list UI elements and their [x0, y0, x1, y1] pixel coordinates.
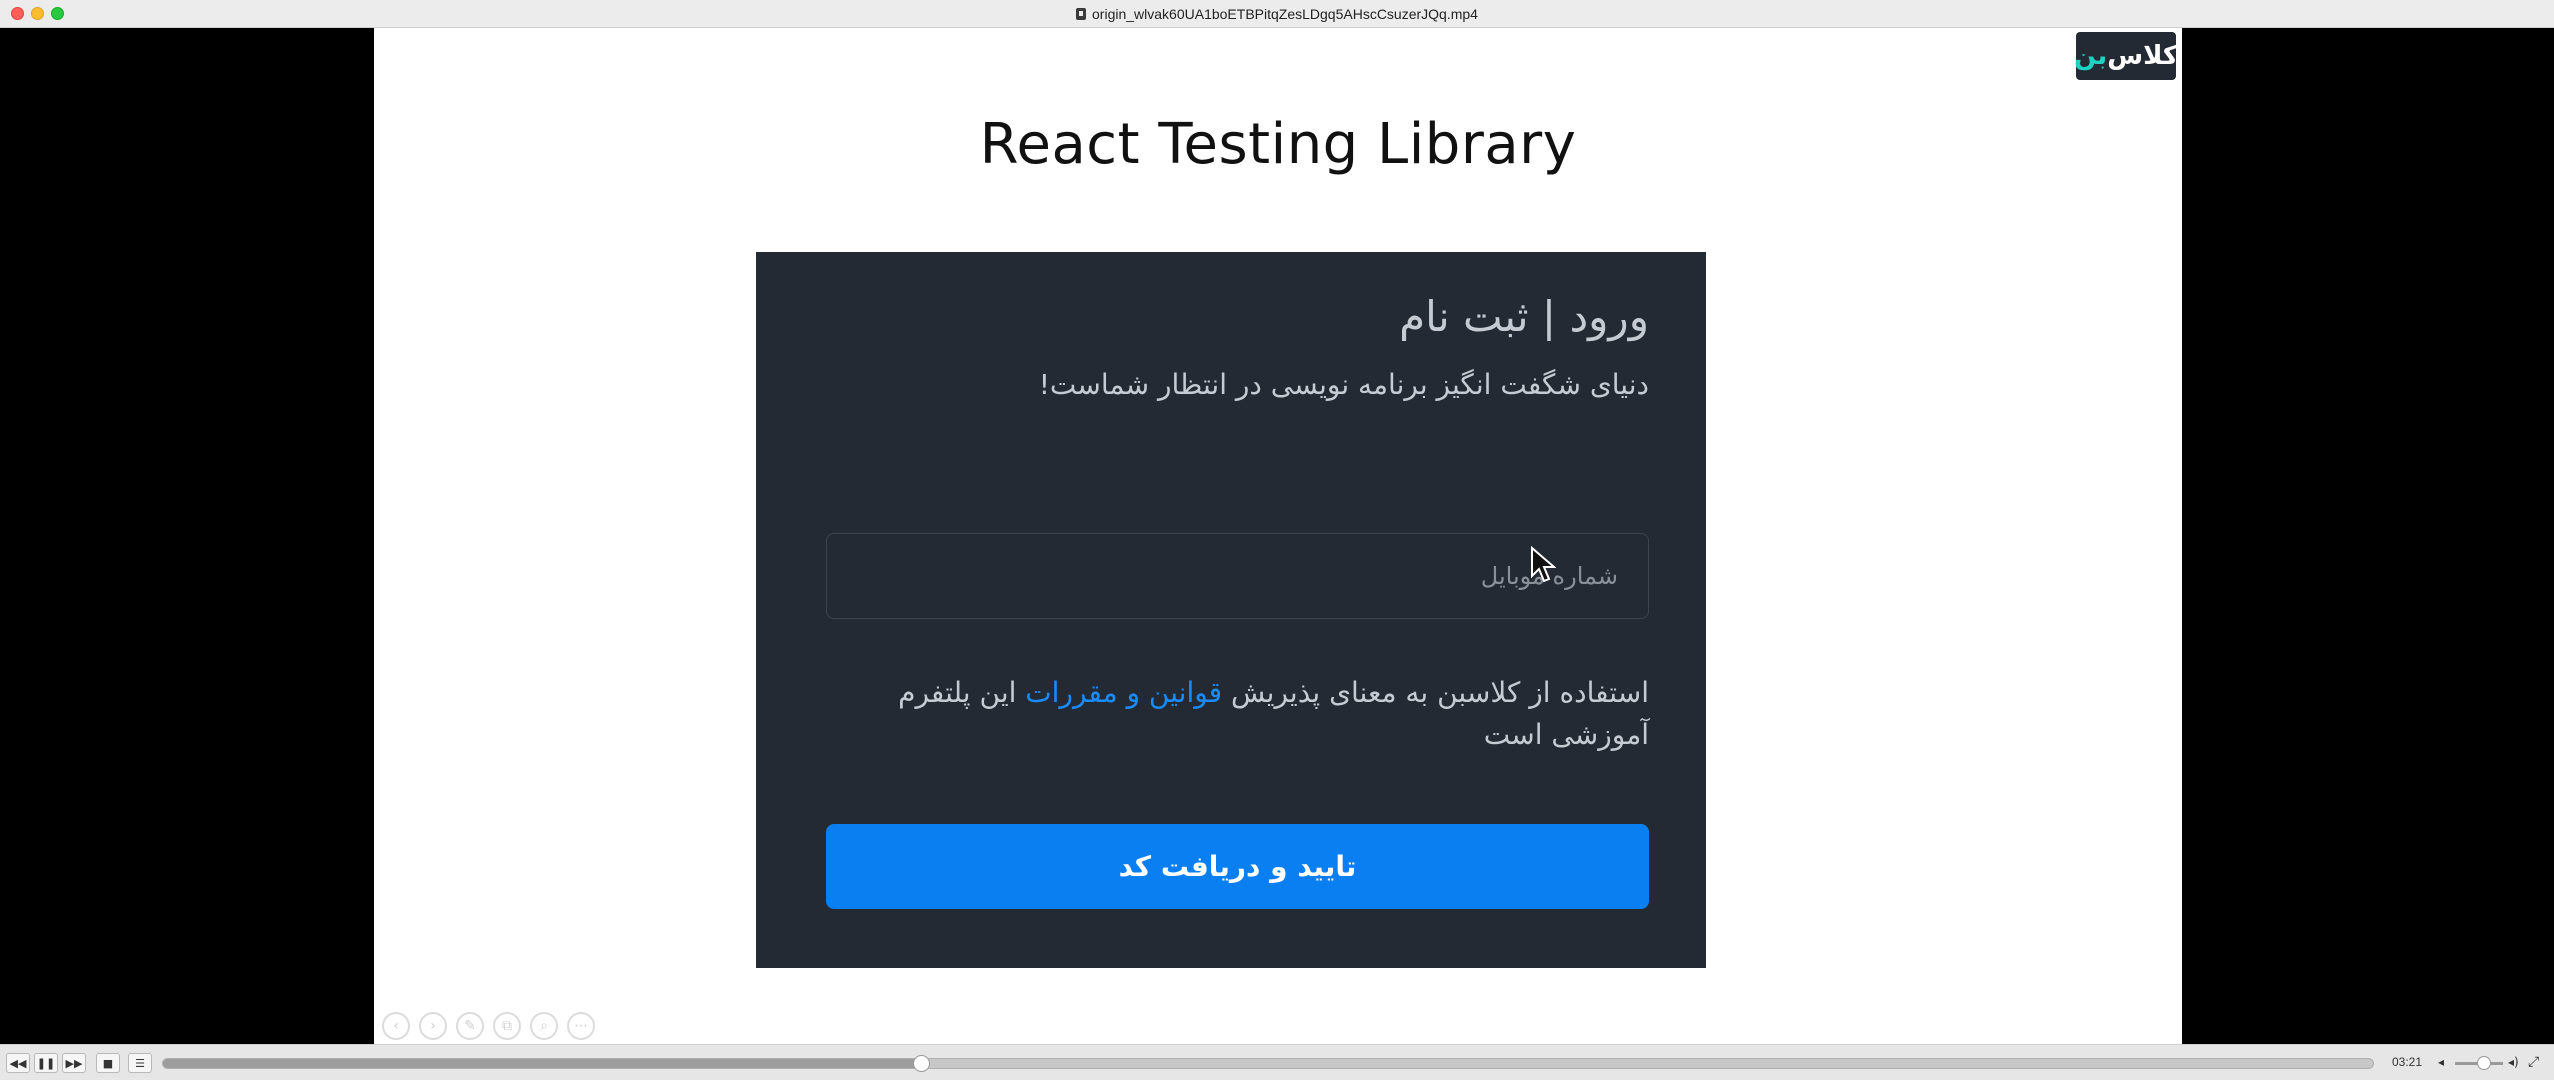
classbon-logo: کلاس بن — [2074, 32, 2178, 80]
player-controls: ◀◀ ❚❚ ▶▶ ■ ☰ 03:21 ◂ ◂) ⤢ — [0, 1044, 2554, 1080]
volume-low-icon[interactable]: ◂ — [2438, 1055, 2444, 1069]
zoom-icon[interactable]: ⌕ — [530, 1012, 558, 1040]
login-card: ورود | ثبت نام دنیای شگفت انگیز برنامه ن… — [756, 252, 1706, 968]
pen-icon[interactable]: ✎ — [456, 1012, 484, 1040]
rewind-button[interactable]: ◀◀ — [6, 1053, 30, 1073]
volume-slider[interactable] — [2455, 1056, 2503, 1070]
login-subtitle: دنیای شگفت انگیز برنامه نویسی در انتظار … — [1038, 368, 1649, 401]
copy-icon[interactable]: ⧉ — [493, 1012, 521, 1040]
fullscreen-icon[interactable]: ⤢ — [2528, 1054, 2539, 1070]
window-titlebar: origin_wlvak60UA1boETBPitqZesLDgq5AHscCs… — [0, 0, 2554, 28]
window-title-text: origin_wlvak60UA1boETBPitqZesLDgq5AHscCs… — [1092, 6, 1478, 22]
playback-time: 03:21 — [2392, 1055, 2423, 1069]
pause-button[interactable]: ❚❚ — [34, 1053, 58, 1073]
terms-text-before: استفاده از کلاسبن به معنای پذیریش — [1222, 676, 1649, 709]
fast-forward-button[interactable]: ▶▶ — [62, 1053, 86, 1073]
mobile-number-input[interactable] — [826, 533, 1649, 619]
playlist-button[interactable]: ☰ — [128, 1053, 152, 1073]
window-title: origin_wlvak60UA1boETBPitqZesLDgq5AHscCs… — [0, 0, 2554, 28]
confirm-and-get-code-button[interactable]: تایید و دریافت کد — [826, 824, 1649, 909]
seek-bar-fill — [163, 1059, 922, 1068]
logo-text-main: کلاس — [2107, 41, 2178, 71]
terms-link[interactable]: قوانین و مقررات — [1025, 676, 1222, 709]
terms-text: استفاده از کلاسبن به معنای پذیریش قوانین… — [856, 672, 1649, 756]
prev-slide-icon[interactable]: ‹ — [382, 1012, 410, 1040]
video-stage[interactable]: کلاس بن React Testing Library ورود | ثبت … — [0, 28, 2554, 1044]
mouse-cursor-icon — [1531, 546, 1556, 583]
more-icon[interactable]: ⋯ — [567, 1012, 595, 1040]
video-file-icon — [1076, 8, 1087, 20]
presentation-slide: کلاس بن React Testing Library ورود | ثبت … — [374, 28, 2182, 1044]
stop-button[interactable]: ■ — [96, 1053, 120, 1073]
volume-slider-handle[interactable] — [2476, 1056, 2491, 1070]
logo-text-accent: بن — [2074, 41, 2108, 71]
slide-title: React Testing Library — [979, 112, 1577, 177]
slide-toolbar: ‹ › ✎ ⧉ ⌕ ⋯ — [382, 1012, 595, 1040]
seek-bar-handle[interactable] — [913, 1055, 931, 1072]
login-heading: ورود | ثبت نام — [1399, 292, 1649, 341]
seek-bar[interactable] — [162, 1055, 2374, 1072]
next-slide-icon[interactable]: › — [419, 1012, 447, 1040]
volume-high-icon[interactable]: ◂) — [2508, 1055, 2519, 1069]
